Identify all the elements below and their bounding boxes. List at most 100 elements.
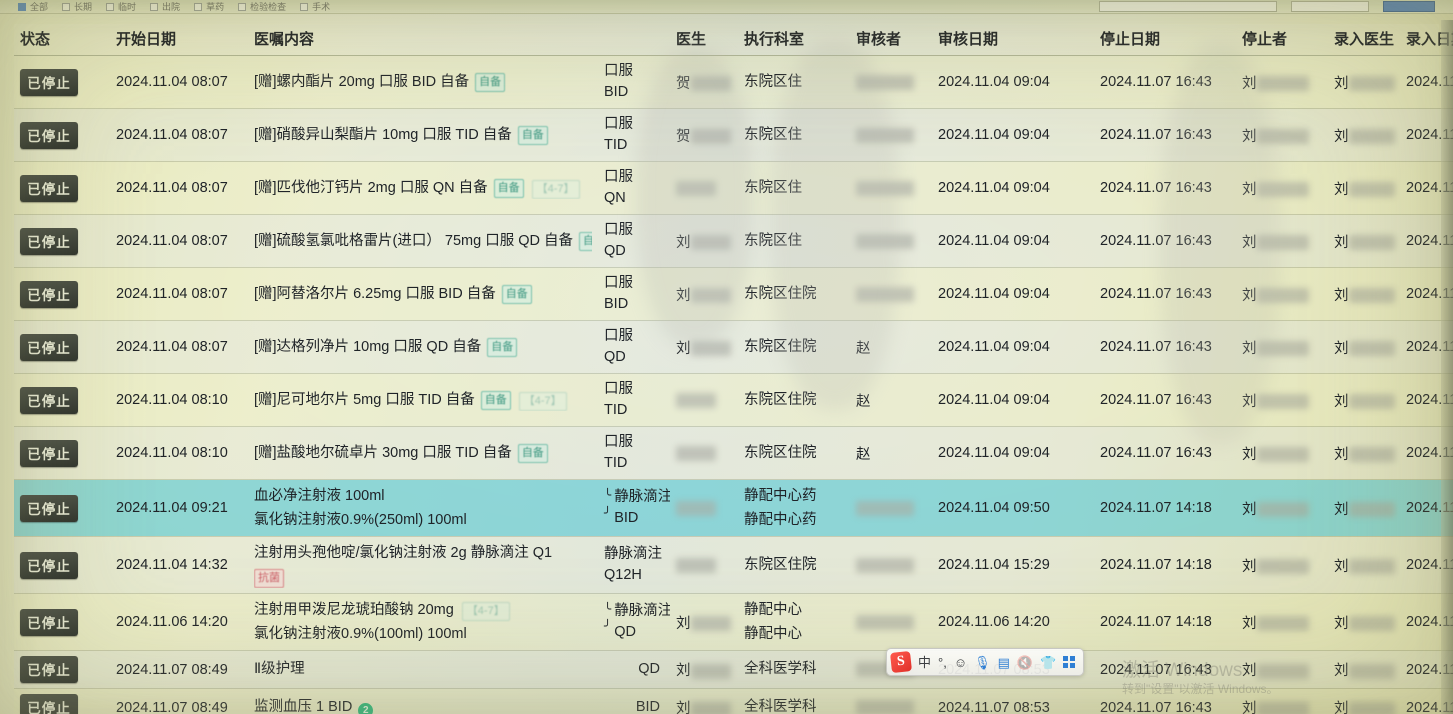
redacted-name [690,701,731,714]
redacted-name [856,127,914,143]
department-line: 东院区住院 [744,338,817,355]
cell-stopper: 刘 [1236,267,1328,322]
name-fragment: 刘 [1242,615,1257,632]
department-line: 东院区住院 [744,391,817,408]
cell-start-date: 2024.11.04 08:07 [110,214,248,269]
col-header-reviewer[interactable]: 审核者 [850,24,932,56]
cell-status: 已停止 [14,320,110,375]
status-badge: 已停止 [20,280,78,308]
redacted-name [1348,394,1395,410]
cell-start-date: 2024.11.04 08:07 [110,108,248,163]
sogou-logo-icon[interactable]: S [890,651,912,673]
vertical-scrollbar[interactable] [1441,20,1453,714]
checkbox-icon[interactable] [106,2,115,11]
order-content-line: [赠]阿替洛尔片 6.25mg 口服 BID 自备 自备 [254,283,592,305]
apps-grid-icon[interactable] [1063,656,1076,668]
checkbox-icon[interactable] [194,2,203,11]
cell-stopper: 刘 [1236,688,1328,714]
redacted-name [1256,559,1309,575]
cell-doctor [670,479,738,538]
name-fragment: 刘 [1334,446,1349,463]
col-header-stop-date[interactable]: 停止日期 [1094,24,1236,56]
self-prepared-tag: 自备 [475,72,506,92]
table-row[interactable]: 已停止 2024.11.06 14:20 注射用甲泼尼龙琥珀酸钠 20mg 【4-7】… [14,593,1453,652]
name-fragment: 刘 [1334,340,1349,357]
query-button[interactable] [1383,1,1435,12]
cell-review-date: 2024.11.04 09:04 [932,161,1094,216]
table-row[interactable]: 已停止 2024.11.04 08:07 [赠]阿替洛尔片 6.25mg 口服 BI… [14,267,1453,322]
filter-checkbox-temporary[interactable]: 临时 [106,0,136,13]
name-fragment: 刘 [676,615,691,632]
redacted-name [676,445,716,461]
skin-shirt-icon[interactable]: 👕 [1040,656,1056,669]
redacted-name [1348,341,1395,357]
redacted-name [856,614,914,630]
col-header-frequency[interactable] [598,24,670,56]
cell-route-frequency: 口服 BID [598,267,670,322]
checkbox-icon[interactable] [300,2,309,11]
filter-checkbox-discharge[interactable]: 出院 [150,0,180,13]
cell-stop-date: 2024.11.07 16:43 [1094,108,1236,163]
sogou-ime-toolbar[interactable]: S 中 °, ☺ 🎙 ▤ 🔇 👕 [886,648,1085,676]
table-row[interactable]: 已停止 2024.11.04 08:07 [赠]达格列净片 10mg 口服 QD 自… [14,320,1453,375]
name-fragment: 贺 [676,75,691,92]
mute-icon[interactable]: 🔇 [1017,656,1033,669]
col-header-content[interactable]: 医嘱内容 [248,24,598,56]
microphone-icon[interactable]: 🎙 [974,656,991,669]
table-row[interactable]: 已停止 2024.11.04 14:32 注射用头孢他啶/氯化钠注射液 2g 静脉滴… [14,536,1453,595]
col-header-doctor[interactable]: 医生 [670,24,738,56]
filter-checkbox-longterm[interactable]: 长期 [62,0,92,13]
col-header-stopper[interactable]: 停止者 [1236,24,1328,56]
filter-checkbox-surgery[interactable]: 手术 [300,0,330,13]
table-row[interactable]: 已停止 2024.11.07 08:49 Ⅱ级护理 QD 刘 全科医学科 2024.11… [14,650,1453,690]
redacted-name [676,500,716,516]
emoji-icon[interactable]: ☺ [954,656,967,669]
cell-stopper: 刘 [1236,479,1328,538]
table-row[interactable]: 已停止 2024.11.07 08:49 监测血压 1 BID 2 BID 刘 全科医学科… [14,688,1453,714]
cell-order-content: Ⅱ级护理 [248,650,598,690]
table-row[interactable]: 已停止 2024.11.04 08:07 [赠]螺内酯片 20mg 口服 BID 自… [14,55,1453,110]
checkbox-icon[interactable] [62,2,71,11]
table-row[interactable]: 已停止 2024.11.04 08:10 [赠]盐酸地尔硫卓片 30mg 口服 TI… [14,426,1453,481]
cell-entry-doctor: 刘 [1328,650,1400,690]
cell-department: 东院区住院 [738,536,850,595]
checkbox-icon[interactable] [150,2,159,11]
cell-entry-doctor: 刘 [1328,267,1400,322]
checkbox-icon[interactable] [238,2,247,11]
route-frequency-line: TID [604,137,628,154]
emr-application-window: 全部 长期 临时 出院 草药 检验检查 手术 状态 开始日期 医嘱内容 医生 执… [0,0,1453,714]
filter-input[interactable] [1291,1,1369,12]
checkbox-icon[interactable] [18,2,26,11]
cell-order-content: [赠]硝酸异山梨酯片 10mg 口服 TID 自备 自备 [248,108,598,163]
col-header-department[interactable]: 执行科室 [738,24,850,56]
filter-checkbox-all[interactable]: 全部 [18,0,48,13]
table-row[interactable]: 已停止 2024.11.04 08:07 [赠]硝酸异山梨酯片 10mg 口服 TI… [14,108,1453,163]
cell-department: 静配中心 静配中心 [738,593,850,652]
cell-start-date: 2024.11.04 14:32 [110,536,248,595]
redacted-name [1256,447,1309,463]
redacted-name [1256,129,1309,145]
cell-route-frequency: 口服 QD [598,320,670,375]
filter-toolbar[interactable]: 全部 长期 临时 出院 草药 检验检查 手术 [0,0,1453,14]
cell-stopper: 刘 [1236,536,1328,595]
col-header-review-date[interactable]: 审核日期 [932,24,1094,56]
name-fragment: 刘 [676,340,691,357]
col-header-status[interactable]: 状态 [14,24,110,56]
order-content-line: [赠]达格列净片 10mg 口服 QD 自备 自备 [254,336,592,358]
keyboard-icon[interactable]: ▤ [998,656,1010,669]
redacted-name [1348,76,1395,92]
cell-department: 东院区住 [738,161,850,216]
filter-checkbox-lab-exam[interactable]: 检验检查 [238,0,286,13]
search-input[interactable] [1099,1,1277,12]
name-fragment: 刘 [1242,501,1257,518]
col-header-entry-doctor[interactable]: 录入医生 [1328,24,1400,56]
table-row[interactable]: 已停止 2024.11.04 08:10 [赠]尼可地尔片 5mg 口服 TID 自… [14,373,1453,428]
ime-punctuation-icon[interactable]: °, [938,656,947,669]
cell-start-date: 2024.11.04 08:07 [110,161,248,216]
table-row[interactable]: 已停止 2024.11.04 09:21 血必净注射液 100ml 氯化钠注射液0.9… [14,479,1453,538]
filter-checkbox-herbal[interactable]: 草药 [194,0,224,13]
table-row[interactable]: 已停止 2024.11.04 08:07 [赠]匹伐他汀钙片 2mg 口服 QN 自… [14,161,1453,216]
ime-mode-chinese-icon[interactable]: 中 [918,656,931,669]
col-header-start-date[interactable]: 开始日期 [110,24,248,56]
table-row[interactable]: 已停止 2024.11.04 08:07 [赠]硫酸氢氯吡格雷片(进口） 75mg … [14,214,1453,269]
